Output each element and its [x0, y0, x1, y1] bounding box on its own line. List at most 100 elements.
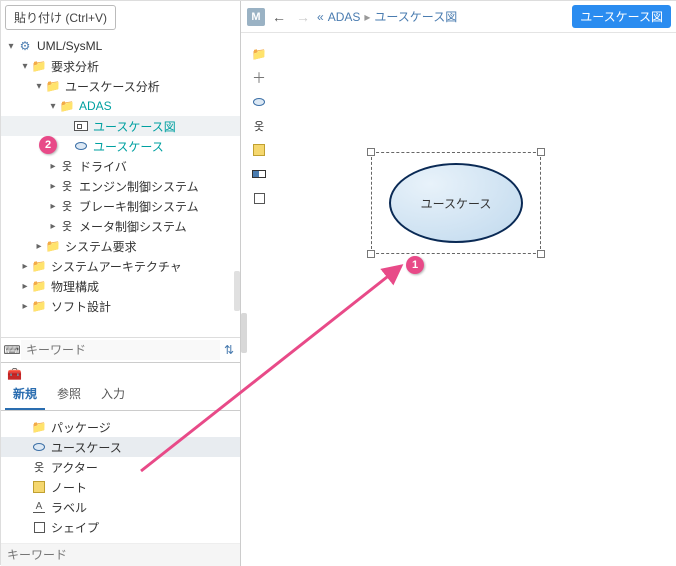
- expander-icon[interactable]: ▾: [47, 101, 59, 112]
- expander-icon[interactable]: ▸: [47, 221, 59, 232]
- tree-label: システム要求: [65, 238, 137, 255]
- tree-item-driver[interactable]: ▸ 옷 ドライバ: [1, 156, 240, 176]
- tree-label: 物理構成: [51, 278, 99, 295]
- tool-actor[interactable]: 옷: [250, 119, 268, 133]
- asset-package[interactable]: 📁 パッケージ: [1, 417, 240, 437]
- label-icon: A: [31, 499, 47, 515]
- asset-shape[interactable]: シェイプ: [1, 517, 240, 537]
- resize-handle-sw[interactable]: [367, 250, 375, 258]
- asset-search-input[interactable]: [1, 544, 240, 566]
- folder-icon: 📁: [31, 298, 47, 314]
- tree-item-adas[interactable]: ▾ 📁 ADAS: [1, 96, 240, 116]
- asset-panel: 🧰 新規 参照 入力 📁 パッケージ ユースケース 옷 アクター ノート: [1, 362, 240, 566]
- tree-label: ユースケース分析: [65, 78, 160, 95]
- asset-label: パッケージ: [51, 419, 111, 436]
- tree-label: ユースケース図: [93, 118, 176, 135]
- splitter[interactable]: [233, 1, 241, 566]
- expander-icon[interactable]: ▸: [47, 161, 59, 172]
- resize-handle-nw[interactable]: [367, 148, 375, 156]
- asset-label-text: ラベル: [51, 499, 87, 516]
- asset-label[interactable]: A ラベル: [1, 497, 240, 517]
- usecase-shape[interactable]: ユースケース: [389, 163, 523, 243]
- paste-tooltip: 貼り付け (Ctrl+V): [5, 5, 116, 30]
- tree-label: エンジン制御システム: [79, 178, 199, 195]
- canvas-split-handle[interactable]: [241, 313, 247, 353]
- expander-icon[interactable]: ▾: [19, 61, 31, 72]
- folder-icon: 📁: [45, 238, 61, 254]
- tool-label[interactable]: [250, 167, 268, 181]
- diagram-icon: [73, 118, 89, 134]
- breadcrumb[interactable]: « ADAS ▸ ユースケース図: [317, 8, 568, 25]
- asset-note[interactable]: ノート: [1, 477, 240, 497]
- tree-label: ソフト設計: [51, 298, 111, 315]
- tree-item-brake[interactable]: ▸ 옷 ブレーキ制御システム: [1, 196, 240, 216]
- asset-list[interactable]: 📁 パッケージ ユースケース 옷 アクター ノート A ラベル シェイプ: [1, 411, 240, 543]
- tree-item-software[interactable]: ▸ 📁 ソフト設計: [1, 296, 240, 316]
- breadcrumb-prefix: «: [317, 10, 324, 24]
- actor-icon: 옷: [59, 178, 75, 194]
- folder-icon: 📁: [31, 419, 47, 435]
- actor-icon: 옷: [59, 198, 75, 214]
- tree-search-bar: ⌨ ⇅: [1, 337, 240, 362]
- tree-label: ADAS: [79, 99, 112, 113]
- tool-palette: 📁 ＋ 옷: [247, 43, 271, 205]
- tree-item-usecase-diagram[interactable]: ユースケース図: [1, 116, 240, 136]
- folder-icon: 📁: [45, 78, 61, 94]
- tree-root[interactable]: ▾ ⚙ UML/SysML: [1, 36, 240, 56]
- resize-handle-ne[interactable]: [537, 148, 545, 156]
- tree-item-sysarch[interactable]: ▸ 📁 システムアーキテクチャ: [1, 256, 240, 276]
- breadcrumb-item[interactable]: ユースケース図: [374, 8, 457, 25]
- tree-label: 要求分析: [51, 58, 99, 75]
- tool-folder[interactable]: 📁: [250, 47, 268, 61]
- asset-actor[interactable]: 옷 アクター: [1, 457, 240, 477]
- expander-icon[interactable]: ▸: [19, 301, 31, 312]
- tree-label: ブレーキ制御システム: [79, 198, 199, 215]
- tree-item-usecase-analysis[interactable]: ▾ 📁 ユースケース分析: [1, 76, 240, 96]
- asset-usecase[interactable]: ユースケース: [1, 437, 240, 457]
- asset-label: シェイプ: [51, 519, 99, 536]
- tab-ref[interactable]: 参照: [49, 381, 89, 410]
- tool-cursor[interactable]: ＋: [250, 71, 268, 85]
- asset-tabs: 新規 参照 入力: [1, 381, 240, 411]
- tree-item-engine[interactable]: ▸ 옷 エンジン制御システム: [1, 176, 240, 196]
- expander-icon[interactable]: ▸: [47, 181, 59, 192]
- tool-usecase[interactable]: [250, 95, 268, 109]
- tool-note[interactable]: [250, 143, 268, 157]
- breadcrumb-sep: ▸: [364, 10, 370, 24]
- tab-new[interactable]: 新規: [5, 381, 45, 410]
- expander-icon[interactable]: ▸: [19, 281, 31, 292]
- asset-label: アクター: [51, 459, 98, 476]
- nav-fwd-button[interactable]: →: [293, 9, 313, 25]
- tree-item-sysreq[interactable]: ▸ 📁 システム要求: [1, 236, 240, 256]
- expander-icon[interactable]: ▸: [47, 201, 59, 212]
- toolbox-icon[interactable]: 🧰: [1, 363, 240, 381]
- asset-label: ノート: [51, 479, 87, 496]
- diagram-type-badge[interactable]: ユースケース図: [572, 5, 671, 28]
- expander-icon[interactable]: ▾: [33, 81, 45, 92]
- expander-icon[interactable]: ▸: [19, 261, 31, 272]
- project-browser: 貼り付け (Ctrl+V) ▾ ⚙ UML/SysML ▾ 📁 要求分析 ▾ 📁…: [1, 1, 241, 566]
- expander-icon[interactable]: ▸: [33, 241, 45, 252]
- folder-icon: 📁: [59, 98, 75, 114]
- folder-icon: 📁: [31, 58, 47, 74]
- tree-item-usecase[interactable]: ユースケース: [1, 136, 240, 156]
- tree-item-meter[interactable]: ▸ 옷 メータ制御システム: [1, 216, 240, 236]
- actor-icon: 옷: [59, 218, 75, 234]
- tree-item-requirements[interactable]: ▾ 📁 要求分析: [1, 56, 240, 76]
- resize-handle-se[interactable]: [537, 250, 545, 258]
- model-tree[interactable]: ▾ ⚙ UML/SysML ▾ 📁 要求分析 ▾ 📁 ユースケース分析 ▾ 📁 …: [1, 34, 240, 337]
- asset-label: ユースケース: [51, 439, 122, 456]
- tree-item-physical[interactable]: ▸ 📁 物理構成: [1, 276, 240, 296]
- diagram-canvas[interactable]: 📁 ＋ 옷 ユースケース: [241, 33, 676, 566]
- tree-label: メータ制御システム: [79, 218, 187, 235]
- expander-icon[interactable]: ▾: [5, 41, 17, 52]
- tab-input[interactable]: 入力: [93, 381, 133, 410]
- tool-shape[interactable]: [250, 191, 268, 205]
- keyword-icon: ⌨: [3, 343, 21, 357]
- tree-search-input[interactable]: [21, 340, 220, 360]
- breadcrumb-item[interactable]: ADAS: [328, 10, 361, 24]
- shape-icon: [31, 519, 47, 535]
- diagram-editor: M ← → « ADAS ▸ ユースケース図 ユースケース図 📁 ＋ 옷: [241, 1, 676, 566]
- actor-icon: 옷: [31, 459, 47, 475]
- nav-back-button[interactable]: ←: [269, 9, 289, 25]
